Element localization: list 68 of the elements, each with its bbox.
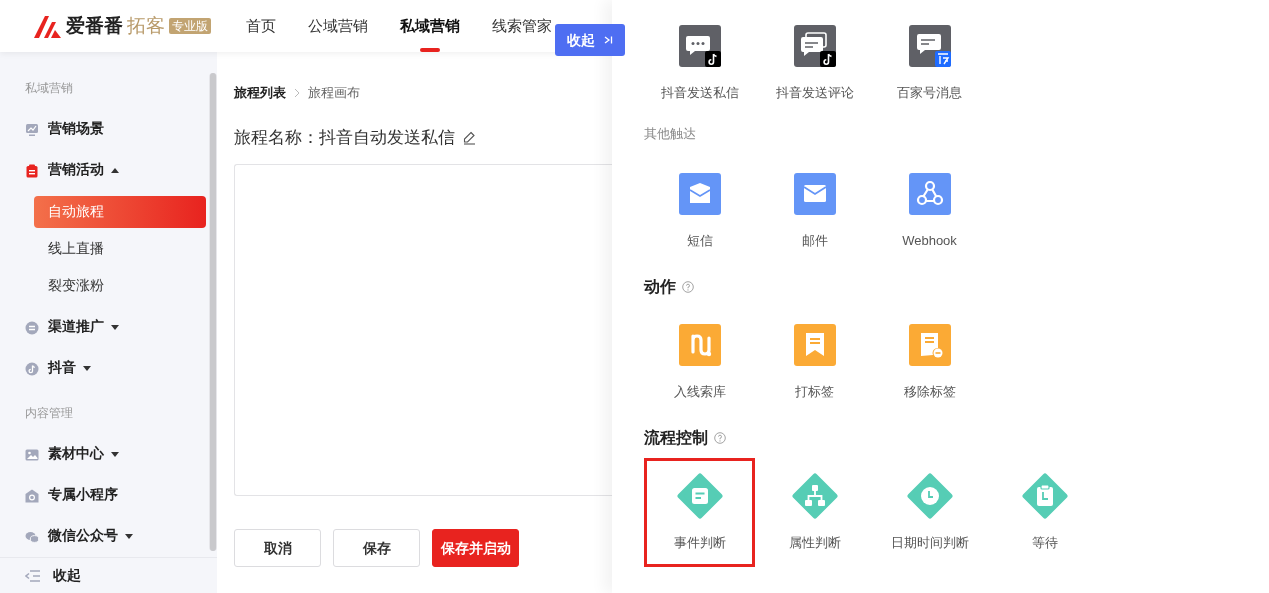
action-button[interactable]: 保存 bbox=[333, 529, 420, 567]
bookmark-icon bbox=[793, 324, 836, 366]
breadcrumb-current: 旅程画布 bbox=[308, 84, 360, 103]
brand-name: 爱番番 bbox=[66, 13, 123, 38]
collapse-menu-icon bbox=[25, 569, 41, 582]
chat-icon bbox=[678, 25, 721, 67]
node-option[interactable]: 抖音发送私信 bbox=[644, 8, 755, 117]
sidebar-item[interactable]: 营销活动 bbox=[0, 150, 205, 191]
logo-icon bbox=[32, 13, 62, 39]
mail-icon bbox=[793, 173, 836, 215]
section-label: 其他触达 bbox=[644, 125, 697, 143]
node-option[interactable]: 百家号消息 bbox=[874, 8, 985, 117]
collapse-link[interactable]: 收起 bbox=[53, 565, 81, 586]
chevron-icon bbox=[294, 88, 300, 98]
sidebar-item[interactable]: 抖音 bbox=[0, 348, 205, 389]
node-option[interactable]: 日期时间判断 bbox=[874, 458, 985, 567]
envelope-icon bbox=[678, 173, 721, 215]
node-option[interactable]: 抖音发送评论 bbox=[759, 8, 870, 117]
nav-tab[interactable]: 线索管家 bbox=[492, 0, 552, 52]
group-label: 私域营销 bbox=[24, 80, 74, 97]
node-option[interactable]: 等待 bbox=[989, 458, 1100, 567]
node-option[interactable]: 入线索库 bbox=[644, 307, 755, 416]
node-option[interactable]: 事件判断 bbox=[644, 458, 755, 567]
sidebar-item[interactable]: 营销场景 bbox=[0, 109, 205, 150]
event-icon bbox=[676, 473, 723, 519]
action-button[interactable]: 取消 bbox=[234, 529, 321, 567]
message-icon bbox=[908, 25, 951, 67]
sidebar-item[interactable]: 渠道推广 bbox=[0, 307, 205, 348]
document-icon bbox=[908, 324, 951, 366]
menu-item-icon bbox=[25, 361, 39, 376]
sidebar-item[interactable]: 素材中心 bbox=[0, 434, 205, 475]
path-icon bbox=[678, 324, 721, 366]
menu-item-icon bbox=[25, 488, 39, 503]
node-option[interactable]: 移除标签 bbox=[874, 307, 985, 416]
clipboard-icon bbox=[1021, 473, 1068, 519]
node-option[interactable]: 短信 bbox=[644, 156, 755, 265]
section-title: 动作 bbox=[644, 277, 676, 297]
sidebar-subitem[interactable]: 线上直播 bbox=[34, 233, 206, 265]
menu-item-icon bbox=[25, 529, 39, 544]
nav-tab[interactable]: 首页 bbox=[246, 0, 276, 52]
journey-title: 旅程名称：抖音自动发送私信 bbox=[234, 127, 455, 150]
menu-item-icon bbox=[25, 447, 39, 462]
breadcrumb-link[interactable]: 旅程列表 bbox=[234, 83, 286, 103]
nav-tab[interactable]: 公域营销 bbox=[308, 0, 368, 52]
node-option[interactable]: 属性判断 bbox=[759, 458, 870, 567]
node-option[interactable]: 打标签 bbox=[759, 307, 870, 416]
clipboard-icon bbox=[25, 163, 39, 178]
sidebar-subitem[interactable]: 裂变涨粉 bbox=[34, 270, 206, 302]
edition-badge: 专业版 bbox=[169, 18, 211, 34]
nav-tab[interactable]: 私域营销 bbox=[400, 0, 460, 52]
comments-icon bbox=[793, 25, 836, 67]
group-label: 内容管理 bbox=[24, 405, 74, 422]
clock-icon bbox=[906, 473, 953, 519]
collapse-button[interactable]: 收起 bbox=[555, 24, 625, 56]
menu-item-icon bbox=[25, 320, 39, 335]
scrollbar[interactable] bbox=[209, 73, 217, 551]
hierarchy-icon bbox=[791, 473, 838, 519]
section-title: 流程控制 bbox=[644, 428, 708, 448]
node-option[interactable]: Webhook bbox=[874, 156, 985, 265]
sidebar-item[interactable]: 专属小程序 bbox=[0, 475, 205, 516]
sidebar-item[interactable]: 微信公众号 bbox=[0, 516, 205, 557]
product-name: 拓客 bbox=[127, 13, 165, 38]
save-start-button[interactable]: 保存并启动 bbox=[432, 529, 519, 567]
node-option[interactable]: 邮件 bbox=[759, 156, 870, 265]
edit-icon bbox=[463, 131, 476, 145]
collapse-icon bbox=[603, 35, 613, 45]
webhook-icon bbox=[908, 173, 951, 215]
menu-item-icon bbox=[25, 122, 39, 137]
